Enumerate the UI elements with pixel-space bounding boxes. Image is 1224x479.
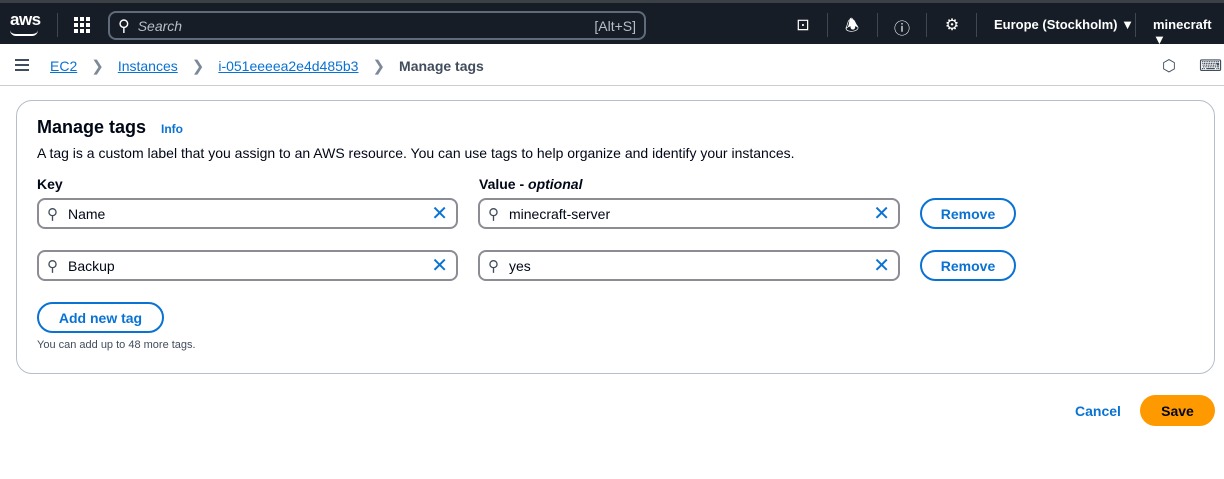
- search-icon: ⚲: [47, 205, 58, 223]
- feedback-icon[interactable]: ⌨: [1199, 56, 1222, 76]
- key-input[interactable]: ⚲ Name ✕: [37, 198, 458, 229]
- breadcrumb-current: Manage tags: [399, 58, 484, 74]
- clear-icon[interactable]: ✕: [431, 204, 448, 224]
- value-input[interactable]: ⚲ yes ✕: [478, 250, 900, 281]
- info-link[interactable]: Info: [161, 122, 183, 136]
- breadcrumb-instances[interactable]: Instances: [118, 58, 178, 74]
- help-icon[interactable]: ⓘ: [892, 15, 912, 38]
- hexagon-icon[interactable]: ⬡: [1162, 56, 1176, 76]
- search-input[interactable]: ⚲ Search [Alt+S]: [108, 11, 646, 40]
- key-label: Key: [37, 176, 63, 192]
- cloudshell-icon[interactable]: ⊡: [793, 15, 813, 35]
- cancel-button[interactable]: Cancel: [1075, 403, 1121, 419]
- search-icon: ⚲: [118, 17, 130, 35]
- region-selector[interactable]: Europe (Stockholm) ▼: [994, 17, 1134, 32]
- remove-button[interactable]: Remove: [920, 198, 1016, 229]
- search-shortcut: [Alt+S]: [594, 17, 636, 34]
- search-icon: ⚲: [488, 257, 499, 275]
- gear-icon[interactable]: ⚙: [942, 15, 962, 35]
- top-nav: aws ⚲ Search [Alt+S] ⊡ 🕭 ⓘ ⚙ Europe (Sto…: [0, 0, 1224, 47]
- services-grid-icon[interactable]: [74, 17, 90, 33]
- description: A tag is a custom label that you assign …: [37, 145, 795, 161]
- value-input[interactable]: ⚲ minecraft-server ✕: [478, 198, 900, 229]
- chevron-right-icon: ❯: [372, 58, 386, 75]
- clear-icon[interactable]: ✕: [873, 204, 890, 224]
- search-icon: ⚲: [47, 257, 58, 275]
- clear-icon[interactable]: ✕: [431, 256, 448, 276]
- breadcrumb-bar: EC2 ❯ Instances ❯ i-051eeeea2e4d485b3 ❯ Man…: [0, 44, 1224, 86]
- breadcrumb-ec2[interactable]: EC2: [50, 58, 77, 74]
- page-title: Manage tags: [37, 117, 147, 137]
- save-button[interactable]: Save: [1140, 395, 1215, 426]
- chevron-right-icon: ❯: [191, 58, 205, 75]
- bell-icon[interactable]: 🕭: [842, 15, 862, 35]
- account-menu[interactable]: minecraft ▼: [1153, 17, 1224, 47]
- clear-icon[interactable]: ✕: [873, 256, 890, 276]
- search-icon: ⚲: [488, 205, 499, 223]
- manage-tags-panel: Manage tags Info A tag is a custom label…: [16, 100, 1215, 374]
- add-new-tag-button[interactable]: Add new tag: [37, 302, 164, 333]
- breadcrumb: EC2 ❯ Instances ❯ i-051eeeea2e4d485b3 ❯ Man…: [50, 57, 484, 75]
- chevron-right-icon: ❯: [91, 58, 104, 75]
- aws-logo[interactable]: aws: [10, 10, 41, 36]
- breadcrumb-instance-id[interactable]: i-051eeeea2e4d485b3: [218, 58, 358, 74]
- menu-icon[interactable]: [15, 59, 29, 74]
- value-label: Value - optional: [479, 176, 583, 192]
- tag-limit-hint: You can add up to 48 more tags.: [37, 339, 196, 351]
- key-input[interactable]: ⚲ Backup ✕: [37, 250, 458, 281]
- search-placeholder: Search: [137, 17, 183, 34]
- remove-button[interactable]: Remove: [920, 250, 1016, 281]
